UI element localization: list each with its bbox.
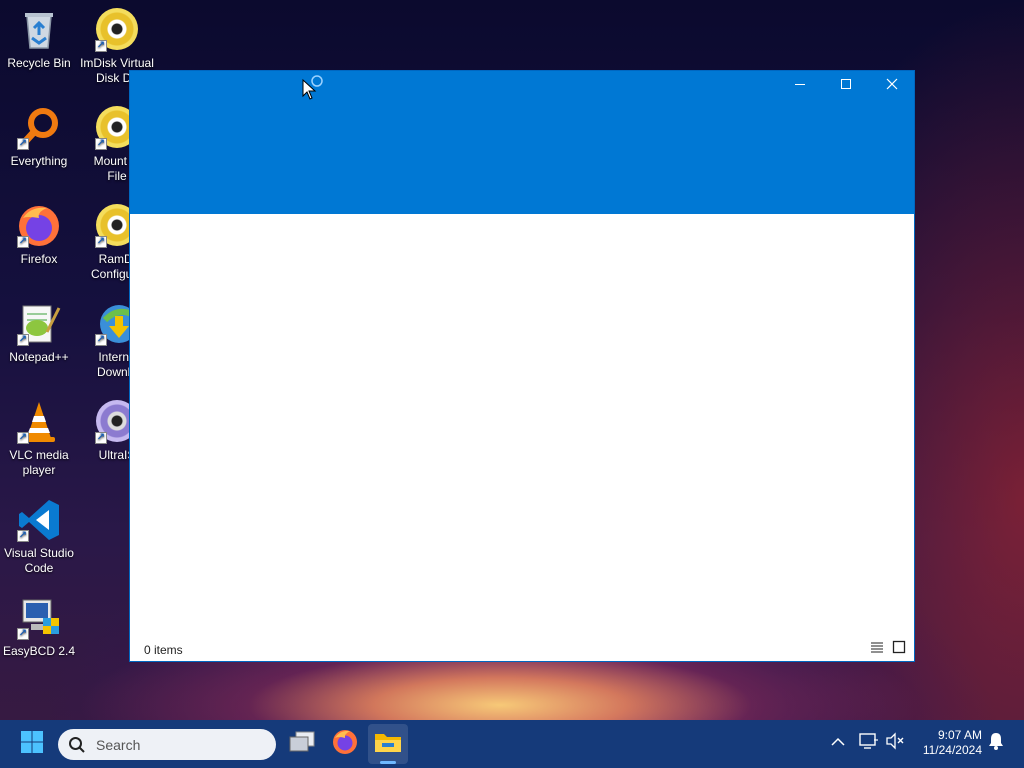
details-view-icon (870, 640, 884, 658)
active-window-indicator (380, 761, 396, 764)
desktop-icon-label: Notepad++ (9, 350, 69, 364)
start-button[interactable] (12, 724, 52, 764)
taskbar-search-box[interactable] (58, 729, 276, 760)
vlc-cone-icon: ↗ (17, 400, 61, 444)
recycle-bin-icon (17, 8, 61, 52)
status-item-count: 0 items (144, 643, 183, 657)
desktop-icon-label: Recycle Bin (7, 56, 71, 70)
shortcut-arrow-icon: ↗ (17, 628, 29, 640)
file-explorer-icon (374, 730, 402, 759)
notepad-plus-plus-icon: ↗ (17, 302, 61, 346)
shortcut-arrow-icon: ↗ (17, 236, 29, 248)
mouse-pointer-icon (302, 74, 326, 100)
large-icons-view-icon (892, 640, 906, 659)
close-button[interactable] (869, 71, 915, 101)
desktop-icon-notepad-plus-plus[interactable]: ↗ Notepad++ (0, 302, 78, 365)
task-view-icon (289, 731, 315, 758)
desktop-icon-easybcd[interactable]: ↗ EasyBCD 2.4 (0, 596, 78, 659)
large-icons-view-button[interactable] (891, 640, 907, 659)
network-button[interactable] (858, 732, 880, 754)
chevron-up-icon (831, 734, 845, 752)
desktop-icon-label: Everything (10, 154, 68, 168)
search-icon (68, 736, 86, 754)
shortcut-arrow-icon: ↗ (17, 530, 29, 542)
close-icon (886, 77, 898, 95)
taskbar-firefox-button[interactable] (325, 724, 365, 764)
shortcut-arrow-icon: ↗ (17, 432, 29, 444)
shortcut-arrow-icon: ↗ (17, 138, 29, 150)
shortcut-arrow-icon: ↗ (17, 334, 29, 346)
shortcut-arrow-icon: ↗ (95, 138, 107, 150)
minimize-icon (794, 77, 806, 95)
notifications-button[interactable] (985, 732, 1007, 754)
desktop-icon-firefox[interactable]: ↗ Firefox (0, 204, 78, 267)
everything-search-icon: ↗ (17, 106, 61, 150)
easybcd-icon: ↗ (17, 596, 61, 640)
shortcut-arrow-icon: ↗ (95, 432, 107, 444)
bell-icon (988, 732, 1004, 755)
taskbar: 9:07 AM 11/24/2024 (0, 720, 1024, 768)
firefox-icon (332, 729, 358, 760)
show-hidden-icons-button[interactable] (827, 732, 849, 754)
clock-date: 11/24/2024 (922, 743, 982, 757)
network-monitor-icon (859, 732, 879, 755)
imdisk-disc-icon: ↗ (95, 8, 139, 52)
minimize-button[interactable] (777, 71, 823, 101)
desktop-icon-vlc[interactable]: ↗ VLC media player (0, 400, 78, 478)
desktop-icon-recycle-bin[interactable]: Recycle Bin (0, 8, 78, 71)
desktop-icon-label: Firefox (20, 252, 58, 266)
shortcut-arrow-icon: ↗ (95, 236, 107, 248)
vscode-icon: ↗ (17, 498, 61, 542)
explorer-window[interactable]: 0 items (129, 70, 915, 662)
desktop-icon-label: EasyBCD 2.4 (2, 644, 76, 658)
speaker-muted-icon (885, 731, 905, 755)
firefox-icon: ↗ (17, 204, 61, 248)
details-view-button[interactable] (869, 641, 885, 657)
volume-button[interactable] (884, 731, 906, 755)
desktop-icon-vscode[interactable]: ↗ Visual Studio Code (0, 498, 78, 576)
taskbar-file-explorer-button[interactable] (368, 724, 408, 764)
maximize-button[interactable] (823, 71, 869, 101)
task-view-button[interactable] (282, 724, 322, 764)
desktop-icon-everything[interactable]: ↗ Everything (0, 106, 78, 169)
desktop-icon-label: Visual Studio Code (4, 546, 74, 575)
system-clock[interactable]: 9:07 AM 11/24/2024 (908, 728, 982, 758)
clock-time: 9:07 AM (937, 728, 982, 742)
desktop: Recycle Bin ↗ Everything ↗ Firefox ↗ Not… (0, 0, 1024, 768)
shortcut-arrow-icon: ↗ (95, 334, 107, 346)
desktop-icon-label: VLC media player (9, 448, 69, 477)
search-input[interactable] (94, 735, 268, 754)
maximize-icon (840, 77, 852, 95)
shortcut-arrow-icon: ↗ (95, 40, 107, 52)
start-windows-icon (20, 730, 44, 759)
